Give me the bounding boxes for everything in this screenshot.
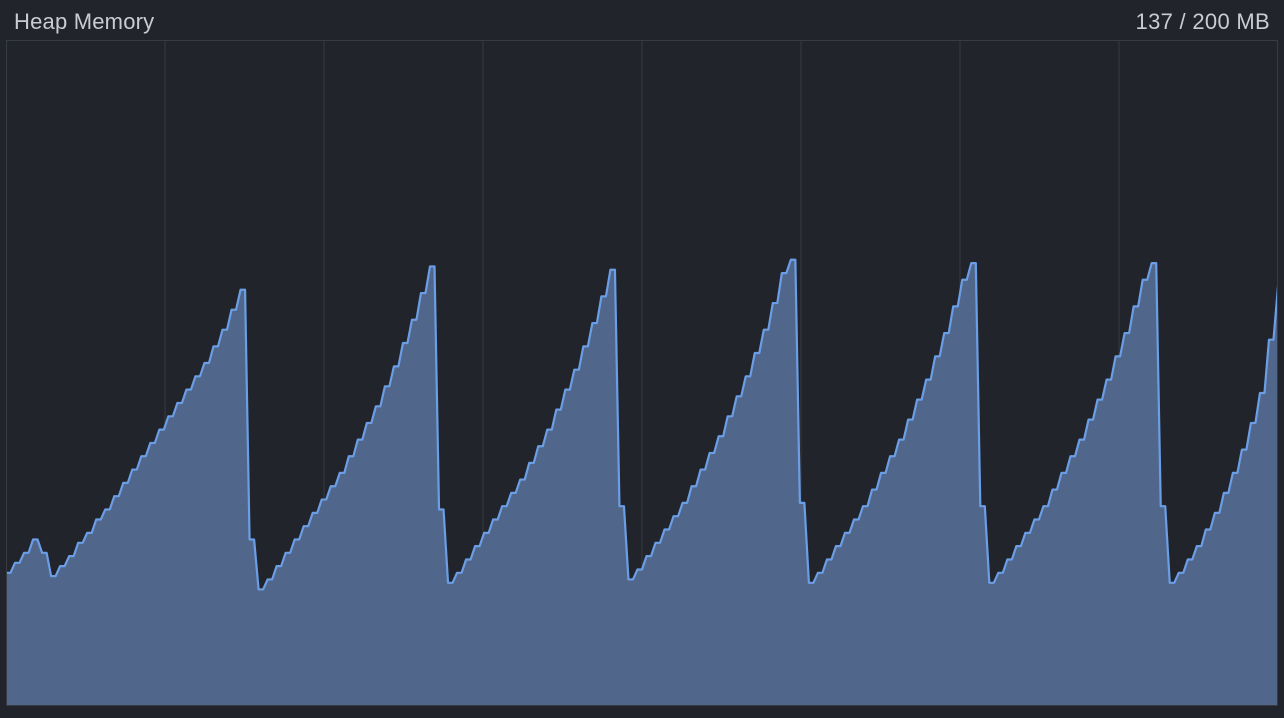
panel-header: Heap Memory 137 / 200 MB bbox=[0, 0, 1284, 40]
heap-memory-panel: Heap Memory 137 / 200 MB bbox=[0, 0, 1284, 718]
panel-title: Heap Memory bbox=[14, 9, 154, 35]
heap-value: 137 / 200 MB bbox=[1136, 9, 1270, 35]
heap-chart bbox=[6, 40, 1278, 706]
heap-chart-svg bbox=[6, 40, 1278, 706]
